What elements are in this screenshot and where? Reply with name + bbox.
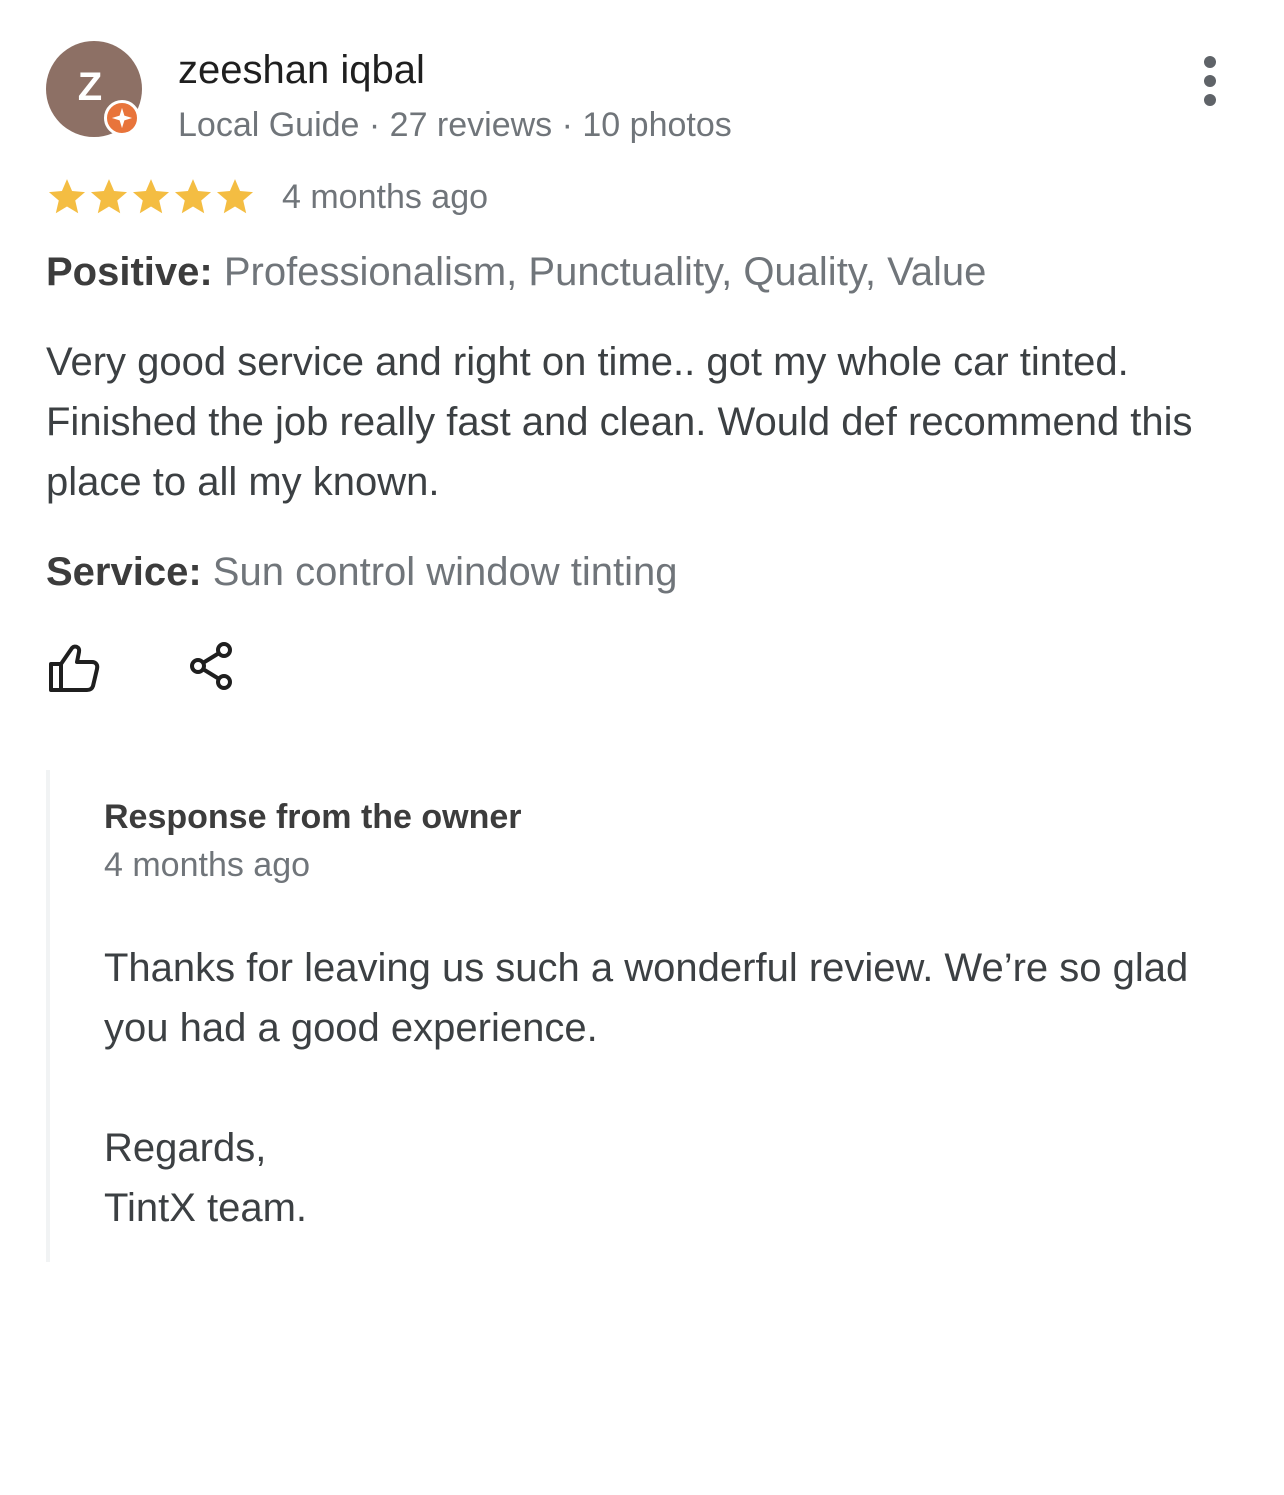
thumb-up-icon	[49, 644, 100, 692]
more-vert-icon	[1204, 56, 1216, 68]
star-icon	[90, 179, 128, 214]
owner-response-signature: Regards, TintX team.	[104, 1118, 307, 1238]
positive-value: Professionalism, Punctuality, Quality, V…	[223, 250, 987, 294]
service-value: Sun control window tinting	[212, 550, 678, 594]
signature-line: TintX team.	[104, 1186, 308, 1230]
local-guide-badge-icon	[104, 100, 140, 136]
service-label: Service:	[46, 550, 202, 594]
signature-line: Regards,	[104, 1126, 267, 1170]
avatar-initial: Z	[77, 64, 103, 109]
positive-label: Positive:	[46, 250, 213, 294]
star-icon	[174, 179, 212, 214]
author-meta: Local Guide · 27 reviews · 10 photos	[178, 106, 732, 144]
owner-response-title: Response from the owner	[104, 798, 522, 836]
like-button[interactable]	[46, 642, 106, 698]
author-name[interactable]: zeeshan iqbal	[178, 48, 425, 93]
star-rating	[46, 176, 256, 218]
owner-response-text: Thanks for leaving us such a wonderful r…	[104, 946, 1189, 1050]
star-icon	[48, 179, 86, 214]
owner-response-time: 4 months ago	[104, 846, 311, 884]
rating-row: 4 months ago	[46, 176, 488, 218]
star-icon	[132, 179, 170, 214]
service-attribute: Service: Sun control window tinting	[46, 550, 678, 595]
star-icon	[216, 179, 254, 214]
owner-response: Response from the owner 4 months ago Tha…	[46, 770, 1230, 1262]
share-button[interactable]	[186, 640, 238, 692]
share-icon	[190, 642, 232, 690]
review-time: 4 months ago	[282, 177, 489, 216]
more-options-button[interactable]	[1190, 56, 1230, 106]
positive-attributes: Positive: Professionalism, Punctuality, …	[46, 250, 986, 295]
review-text: Very good service and right on time.. go…	[46, 340, 1193, 504]
